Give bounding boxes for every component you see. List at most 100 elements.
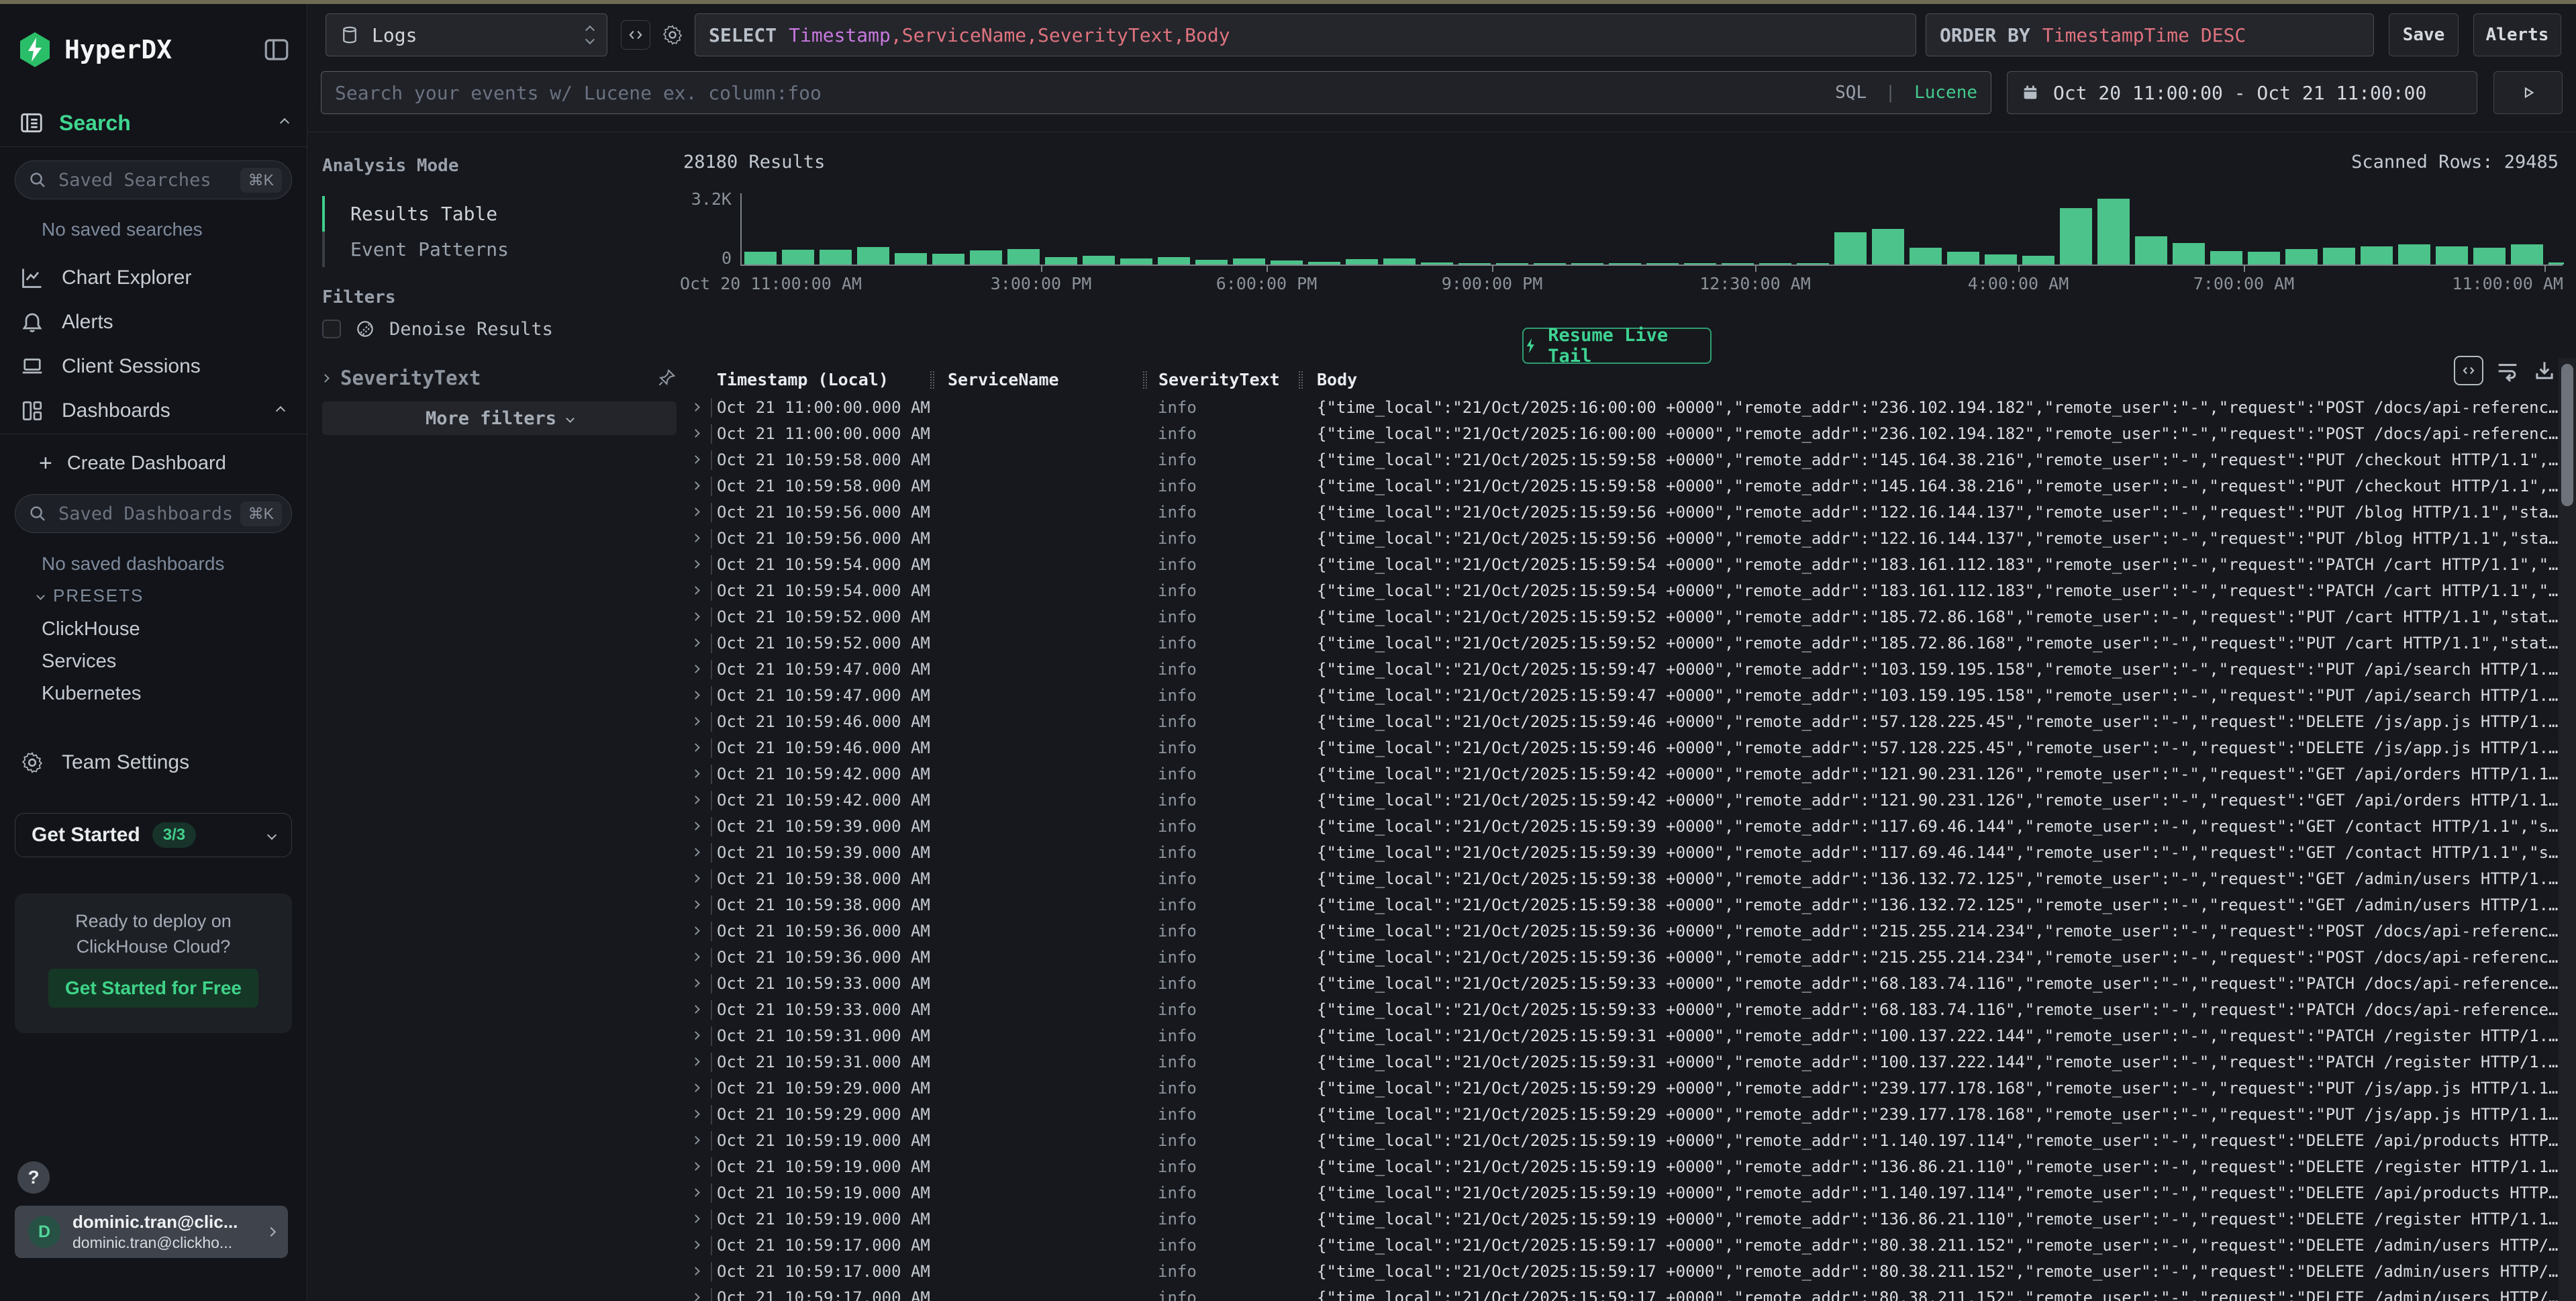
table-row[interactable]: Oct 21 10:59:19.000 AMinfo{"time_local":… [678,1128,2559,1154]
table-row[interactable]: Oct 21 10:59:58.000 AMinfo{"time_local":… [678,447,2559,473]
histogram-bar[interactable] [1684,263,1716,264]
row-expand-chevron[interactable] [691,586,700,595]
row-expand-chevron[interactable] [691,1241,700,1249]
table-row[interactable]: Oct 21 10:59:47.000 AMinfo{"time_local":… [678,657,2559,683]
table-row[interactable]: Oct 21 11:00:00.000 AMinfo{"time_local":… [678,421,2559,447]
row-expand-chevron[interactable] [691,534,700,542]
save-button[interactable]: Save [2389,13,2459,56]
time-range-picker[interactable]: Oct 20 11:00:00 - Oct 21 11:00:00 [2007,71,2477,114]
table-row[interactable]: Oct 21 10:59:46.000 AMinfo{"time_local":… [678,735,2559,761]
row-expand-chevron[interactable] [691,1005,700,1014]
row-expand-chevron[interactable] [691,900,700,909]
histogram-bar[interactable] [1797,263,1829,264]
row-expand-chevron[interactable] [691,429,700,438]
row-expand-chevron[interactable] [691,1188,700,1197]
preset-services[interactable]: Services [42,650,116,673]
row-expand-chevron[interactable] [691,1293,700,1301]
user-account-card[interactable]: D dominic.tran@clic... dominic.tran@clic… [15,1206,288,1258]
table-row[interactable]: Oct 21 10:59:33.000 AMinfo{"time_local":… [678,971,2559,997]
row-expand-chevron[interactable] [691,1083,700,1092]
row-expand-chevron[interactable] [691,1110,700,1118]
col-body[interactable]: Body [1317,366,1357,394]
code-view-icon[interactable] [621,20,650,50]
table-row[interactable]: Oct 21 10:59:38.000 AMinfo{"time_local":… [678,866,2559,892]
scrollbar-thumb[interactable] [2561,364,2573,506]
select-columns-input[interactable]: SELECT Timestamp ,ServiceName,SeverityTe… [695,13,1916,56]
table-row[interactable]: Oct 21 10:59:17.000 AMinfo{"time_local":… [678,1259,2559,1285]
table-row[interactable]: Oct 21 10:59:29.000 AMinfo{"time_local":… [678,1102,2559,1128]
more-filters-button[interactable]: More filters [322,401,677,435]
row-expand-chevron[interactable] [691,1031,700,1040]
row-expand-chevron[interactable] [691,926,700,935]
query-language-toggle[interactable]: SQL | Lucene [1835,83,1977,103]
table-row[interactable]: Oct 21 10:59:58.000 AMinfo{"time_local":… [678,473,2559,499]
col-servicename[interactable]: ServiceName [948,366,1059,394]
table-row[interactable]: Oct 21 10:59:31.000 AMinfo{"time_local":… [678,1049,2559,1075]
histogram-bar[interactable] [1308,262,1340,264]
row-expand-chevron[interactable] [691,848,700,857]
table-row[interactable]: Oct 21 10:59:52.000 AMinfo{"time_local":… [678,630,2559,657]
table-row[interactable]: Oct 21 10:59:39.000 AMinfo{"time_local":… [678,814,2559,840]
presets-header[interactable]: PRESETS [38,585,144,606]
histogram-bar[interactable] [932,254,964,264]
table-row[interactable]: Oct 21 10:59:19.000 AMinfo{"time_local":… [678,1154,2559,1180]
event-search-input[interactable]: Search your events w/ Lucene ex. column:… [321,71,1991,114]
resume-live-tail-button[interactable]: Resume Live Tail [1522,328,1712,364]
mode-event-patterns[interactable]: Event Patterns [322,232,671,267]
histogram-bar[interactable] [1120,258,1152,264]
histogram-bar[interactable] [2022,256,2054,264]
histogram-bar[interactable] [1083,256,1115,264]
source-select[interactable]: Logs [326,13,607,56]
row-expand-chevron[interactable] [691,717,700,726]
column-resize-handle[interactable] [930,371,934,389]
alerts-button[interactable]: Alerts [2473,13,2561,56]
sidebar-item-alerts[interactable]: Alerts [0,303,307,341]
col-severitytext[interactable]: SeverityText [1158,366,1280,394]
histogram-bar[interactable] [1534,263,1566,264]
table-row[interactable]: Oct 21 10:59:42.000 AMinfo{"time_local":… [678,787,2559,814]
histogram-bar[interactable] [2361,246,2393,264]
histogram-bar[interactable] [2173,243,2205,264]
histogram-bar[interactable] [1947,252,1979,264]
row-expand-chevron[interactable] [691,612,700,621]
row-expand-chevron[interactable] [691,953,700,961]
saved-dashboards-input[interactable]: Saved Dashboards ⌘K [15,494,292,533]
histogram-bar[interactable] [2548,262,2564,264]
row-expand-chevron[interactable] [691,1057,700,1066]
histogram-bar[interactable] [2323,248,2355,264]
histogram-bar[interactable] [2135,236,2167,264]
histogram-bar[interactable] [1834,232,1867,264]
histogram-bar[interactable] [2248,252,2280,264]
mode-results-table[interactable]: Results Table [322,196,671,232]
table-row[interactable]: Oct 21 10:59:54.000 AMinfo{"time_local":… [678,552,2559,578]
row-expand-chevron[interactable] [691,455,700,464]
histogram-bar[interactable] [970,250,1002,264]
row-expand-chevron[interactable] [691,691,700,700]
table-row[interactable]: Oct 21 10:59:56.000 AMinfo{"time_local":… [678,526,2559,552]
histogram-bar[interactable] [1233,258,1265,264]
row-expand-chevron[interactable] [691,1136,700,1145]
histogram-bar[interactable] [1045,257,1077,264]
table-row[interactable]: Oct 21 10:59:36.000 AMinfo{"time_local":… [678,918,2559,945]
histogram-bar[interactable] [1496,263,1528,264]
histogram-bar[interactable] [1007,249,1040,264]
histogram-bar[interactable] [1195,260,1228,264]
get-started-free-button[interactable]: Get Started for Free [48,969,258,1008]
row-expand-chevron[interactable] [691,560,700,569]
row-expand-chevron[interactable] [691,1162,700,1171]
preset-clickhouse[interactable]: ClickHouse [42,618,140,640]
raw-json-toggle-icon[interactable] [2454,356,2483,385]
run-query-button[interactable] [2493,71,2563,114]
preset-kubernetes[interactable]: Kubernetes [42,683,141,705]
table-row[interactable]: Oct 21 10:59:39.000 AMinfo{"time_local":… [678,840,2559,866]
sidebar-item-team-settings[interactable]: Team Settings [0,744,307,781]
row-expand-chevron[interactable] [691,403,700,412]
table-row[interactable]: Oct 21 10:59:52.000 AMinfo{"time_local":… [678,604,2559,630]
table-row[interactable]: Oct 21 10:59:31.000 AMinfo{"time_local":… [678,1023,2559,1049]
histogram-bar[interactable] [2060,208,2092,264]
row-expand-chevron[interactable] [691,481,700,490]
histogram-bar[interactable] [2210,251,2242,264]
sql-toggle[interactable]: SQL [1835,83,1867,103]
histogram-bar[interactable] [1910,248,1942,264]
row-expand-chevron[interactable] [691,508,700,516]
